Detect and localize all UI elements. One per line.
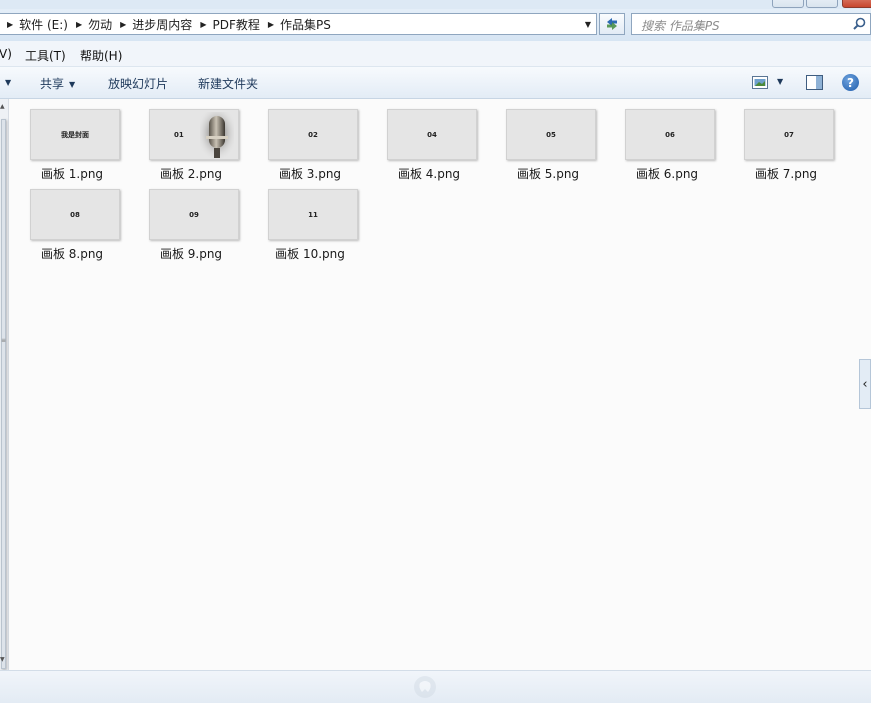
breadcrumb: ▶ 软件 (E:) ▶ 勿动 ▶ 进步周内容 ▶ PDF教程 ▶ 作品集PS [0, 14, 331, 34]
microphone-icon [200, 112, 234, 159]
window-caption [0, 0, 871, 9]
watermark-logo-icon [414, 676, 436, 698]
search-input[interactable]: 搜索 作品集PS [631, 13, 871, 35]
breadcrumb-chevron-icon[interactable]: ▶ [0, 20, 19, 29]
file-thumbnail: 05 [506, 109, 596, 160]
thumbnail-text: 我是封面 [61, 130, 89, 139]
file-item[interactable]: 09 画板 9.png [136, 179, 246, 261]
file-name: 画板 7.png [754, 167, 818, 181]
breadcrumb-chevron-icon[interactable]: ▶ [68, 20, 88, 29]
menu-help[interactable]: 帮助(H) [80, 47, 122, 64]
thumbnail-text: 02 [308, 130, 318, 139]
thumbnail-text: 05 [546, 130, 556, 139]
maximize-button[interactable] [806, 0, 838, 8]
menu-tools[interactable]: 工具(T) [25, 47, 66, 64]
share-caret-icon: ▼ [69, 80, 76, 89]
file-item[interactable]: 06 画板 6.png [612, 99, 722, 181]
slideshow-button[interactable]: 放映幻灯片 [108, 75, 168, 92]
view-options-caret-icon[interactable]: ▼ [777, 77, 783, 86]
organize-caret-icon[interactable]: ▼ [0, 75, 11, 89]
breadcrumb-folder[interactable]: 勿动 [88, 16, 112, 33]
address-bar[interactable]: ▶ 软件 (E:) ▶ 勿动 ▶ 进步周内容 ▶ PDF教程 ▶ 作品集PS ▼ [0, 13, 597, 35]
search-icon[interactable] [853, 17, 866, 30]
file-thumbnail: 01 [149, 109, 239, 160]
file-item[interactable]: 07 画板 7.png [731, 99, 841, 181]
file-name: 画板 10.png [275, 247, 345, 261]
file-thumbnail: 08 [30, 189, 120, 240]
file-thumbnail: 06 [625, 109, 715, 160]
refresh-icon [607, 18, 617, 30]
file-thumbnail: 我是封面 [30, 109, 120, 160]
file-item[interactable]: 11 画板 10.png [255, 179, 365, 261]
file-name: 画板 5.png [516, 167, 580, 181]
address-history-dropdown-icon[interactable]: ▼ [580, 14, 596, 34]
file-list: 我是封面 画板 1.png 01 画板 2.png 02 画板 3.png 04… [8, 99, 858, 670]
thumbnail-text: 08 [70, 210, 80, 219]
chevron-left-icon: ‹ [862, 376, 868, 392]
share-button[interactable]: 共享 ▼ [40, 75, 75, 92]
breadcrumb-folder[interactable]: 进步周内容 [132, 16, 192, 33]
breadcrumb-current[interactable]: 作品集PS [280, 16, 331, 33]
file-item[interactable]: 04 画板 4.png [374, 99, 484, 181]
scroll-down-arrow-icon[interactable]: ▼ [0, 656, 5, 663]
file-thumbnail: 04 [387, 109, 477, 160]
scroll-up-arrow-icon[interactable]: ▲ [0, 103, 5, 110]
change-view-icon[interactable] [752, 76, 768, 89]
file-thumbnail: 09 [149, 189, 239, 240]
thumbnail-text: 06 [665, 130, 675, 139]
breadcrumb-chevron-icon[interactable]: ▶ [112, 20, 132, 29]
preview-pane-icon[interactable] [806, 75, 823, 90]
file-thumbnail: 11 [268, 189, 358, 240]
breadcrumb-chevron-icon[interactable]: ▶ [260, 20, 280, 29]
share-label: 共享 [40, 77, 65, 91]
address-row: ▶ 软件 (E:) ▶ 勿动 ▶ 进步周内容 ▶ PDF教程 ▶ 作品集PS ▼… [0, 9, 871, 41]
scrollbar-grip-icon: ≡ [1, 337, 7, 344]
status-bar [0, 670, 871, 703]
thumbnail-text: 11 [308, 210, 318, 219]
new-folder-button[interactable]: 新建文件夹 [198, 75, 258, 92]
close-button[interactable] [842, 0, 871, 8]
breadcrumb-chevron-icon[interactable]: ▶ [192, 20, 212, 29]
file-name: 画板 8.png [40, 247, 104, 261]
file-item[interactable]: 08 画板 8.png [17, 179, 127, 261]
file-name: 画板 9.png [159, 247, 223, 261]
breadcrumb-drive[interactable]: 软件 (E:) [19, 16, 68, 33]
scrollbar-thumb[interactable] [1, 119, 6, 669]
file-thumbnail: 02 [268, 109, 358, 160]
file-item[interactable]: 02 画板 3.png [255, 99, 365, 181]
breadcrumb-folder[interactable]: PDF教程 [212, 16, 259, 33]
thumbnail-text: 09 [189, 210, 199, 219]
thumbnail-text: 04 [427, 130, 437, 139]
thumbnail-text: 07 [784, 130, 794, 139]
refresh-button[interactable] [599, 13, 625, 35]
command-toolbar: ▼ 共享 ▼ 放映幻灯片 新建文件夹 ▼ ? [0, 67, 871, 99]
file-item[interactable]: 我是封面 画板 1.png [17, 99, 127, 181]
file-name: 画板 4.png [397, 167, 461, 181]
menu-bar: V) 工具(T) 帮助(H) [0, 41, 871, 67]
file-thumbnail: 07 [744, 109, 834, 160]
file-item[interactable]: 01 画板 2.png [136, 99, 246, 181]
minimize-button[interactable] [772, 0, 804, 8]
search-placeholder: 搜索 作品集PS [641, 19, 720, 33]
help-icon[interactable]: ? [842, 74, 859, 91]
file-name: 画板 6.png [635, 167, 699, 181]
file-item[interactable]: 05 画板 5.png [493, 99, 603, 181]
menu-view[interactable]: V) [0, 47, 12, 61]
expand-pane-button[interactable]: ‹ [859, 359, 871, 409]
